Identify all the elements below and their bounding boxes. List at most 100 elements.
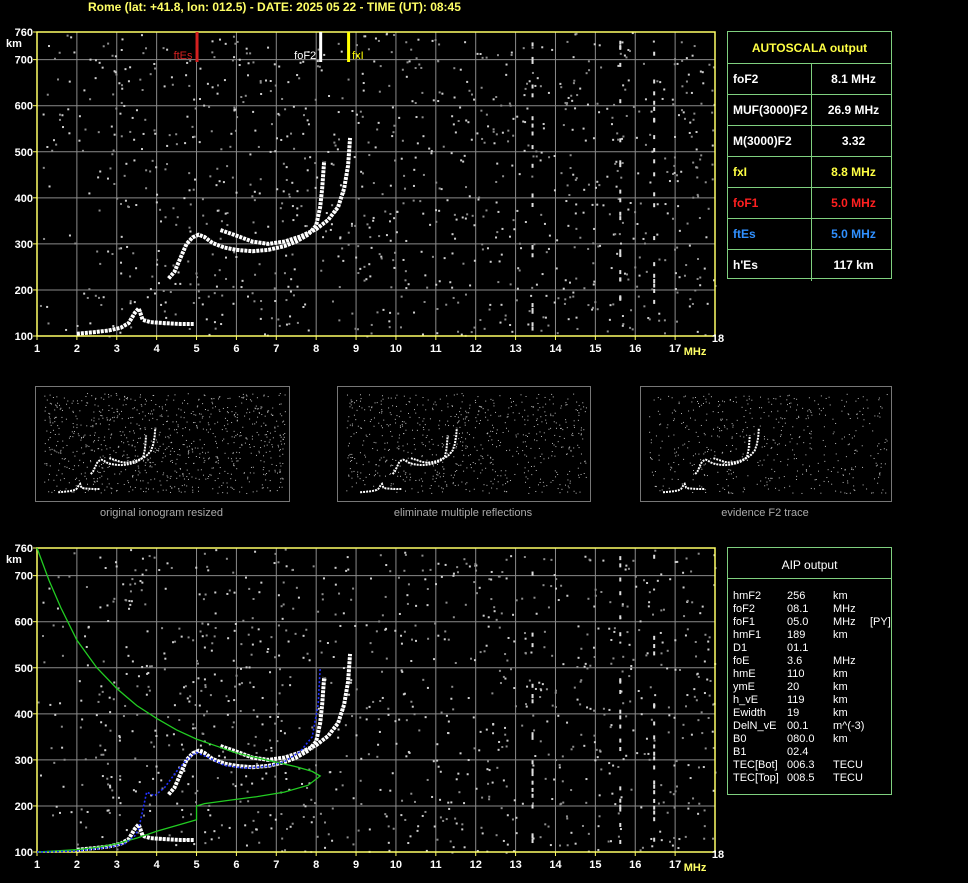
noise-dot [673, 836, 676, 839]
thumb-noise [193, 463, 195, 465]
noise-dot [377, 718, 380, 721]
noise-dot [495, 201, 498, 204]
thumb-noise [149, 465, 151, 467]
noise-dot [136, 713, 139, 716]
noise-dot [384, 210, 387, 213]
noise-dot [41, 635, 44, 638]
noise-dot [583, 744, 586, 747]
thumb-noise [692, 409, 694, 411]
noise-dot [341, 97, 344, 100]
thumb-noise [802, 473, 804, 475]
noise-dot [257, 145, 260, 148]
thumb-noise [454, 471, 456, 473]
noise-dot [270, 123, 273, 126]
noise-dot [238, 64, 241, 67]
noise-dot [613, 630, 616, 633]
noise-dot [241, 279, 244, 282]
aip-unit: MHz [833, 655, 856, 667]
noise-dot [256, 715, 259, 718]
thumb-noise [489, 462, 491, 464]
thumb-noise [359, 394, 361, 396]
x-tick-label: 16 [629, 343, 641, 355]
thumb-noise [580, 453, 582, 455]
noise-dot [575, 316, 578, 319]
thumb-noise [168, 428, 170, 430]
thumb-noise [406, 476, 408, 478]
thumb-noise [108, 424, 110, 426]
thumb-noise [705, 401, 707, 403]
noise-dot [626, 631, 629, 634]
thumb-noise [674, 448, 676, 450]
noise-dot [163, 668, 166, 671]
noise-dot [614, 162, 617, 165]
noise-dot [80, 699, 83, 702]
noise-dot [230, 132, 233, 135]
noise-dot [79, 821, 82, 824]
thumb-noise [545, 422, 547, 424]
thumb-noise [567, 491, 569, 493]
thumb-noise [659, 413, 661, 415]
thumb-noise [775, 487, 777, 489]
noise-dot [417, 38, 420, 41]
noise-dot [532, 764, 535, 767]
noise-dot [569, 167, 572, 170]
noise-streak [653, 79, 656, 84]
thumb-noise [245, 394, 247, 396]
thumb-noise [554, 434, 556, 436]
thumb-noise [477, 477, 479, 479]
thumb-noise [831, 483, 833, 485]
thumb-noise [694, 397, 696, 399]
noise-dot [572, 173, 575, 176]
thumb-noise [99, 477, 101, 479]
thumb-noise [284, 424, 286, 426]
thumb-noise [469, 404, 471, 406]
noise-dot [593, 280, 596, 283]
thumb-noise [113, 416, 115, 418]
noise-dot [711, 178, 714, 181]
noise-dot [337, 111, 340, 114]
noise-dot [226, 592, 229, 595]
noise-dot [570, 94, 573, 97]
thumb-noise [671, 478, 673, 480]
noise-dot [97, 131, 100, 134]
noise-dot [410, 792, 413, 795]
noise-dot [221, 313, 224, 316]
thumb-noise [735, 448, 737, 450]
thumb-noise [110, 487, 112, 489]
noise-dot [186, 115, 189, 118]
thumb-noise [796, 443, 798, 445]
thumb-noise [661, 489, 663, 491]
noise-dot [355, 256, 358, 259]
thumb-noise [468, 412, 470, 414]
aip-key: Ewidth [733, 707, 767, 719]
thumb-noise [434, 469, 436, 471]
thumb-trace [391, 435, 449, 475]
noise-dot [174, 313, 177, 316]
noise-dot [505, 785, 508, 788]
thumb-noise [357, 474, 359, 476]
thumb-noise [119, 431, 121, 433]
noise-dot [395, 231, 398, 234]
noise-dot [393, 251, 396, 254]
noise-dot [567, 96, 570, 99]
noise-dot [562, 124, 565, 127]
autoscala-label: fxI [733, 165, 748, 179]
thumb-noise [466, 416, 468, 418]
noise-dot [681, 85, 684, 88]
noise-dot [275, 137, 278, 140]
noise-dot [134, 569, 137, 572]
thumb-noise [212, 467, 214, 469]
thumb-noise [439, 420, 441, 422]
noise-dot [402, 258, 405, 261]
thumb-noise [93, 417, 95, 419]
thumb-noise [657, 397, 659, 399]
noise-dot [411, 100, 414, 103]
noise-dot [639, 620, 642, 623]
noise-dot [345, 755, 348, 758]
noise-dot [421, 116, 424, 119]
thumb-noise [102, 455, 104, 457]
noise-dot [277, 561, 280, 564]
thumb-noise [251, 438, 253, 440]
noise-dot [119, 802, 122, 805]
noise-dot [164, 264, 167, 267]
